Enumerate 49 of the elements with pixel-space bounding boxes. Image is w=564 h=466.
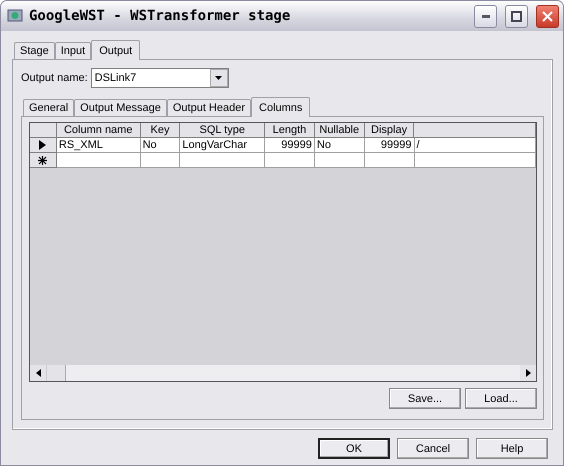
column-header[interactable]: Display	[364, 123, 414, 138]
table-cell: No	[140, 138, 180, 153]
window-title: GoogleWST - WSTransformer stage	[29, 8, 292, 24]
tab[interactable]: Stage	[14, 42, 55, 59]
table-cell	[364, 153, 415, 168]
output-name-label: Output name:	[21, 72, 88, 84]
column-header[interactable]	[414, 123, 536, 138]
table-cell	[314, 153, 365, 168]
column-header[interactable]: Key	[140, 123, 180, 138]
output-name-dropdown[interactable]: DSLink7	[90, 68, 229, 88]
scrollbar-thumb[interactable]	[46, 365, 66, 381]
maximize-icon	[511, 10, 522, 22]
right-arrow-icon	[526, 369, 530, 377]
table-cell: /	[414, 138, 536, 153]
minimize-icon	[482, 14, 490, 18]
table-cell: No	[314, 138, 365, 153]
close-icon	[542, 10, 553, 22]
column-header[interactable]: SQL type	[180, 123, 266, 138]
tab[interactable]: Input	[54, 42, 92, 59]
app-icon	[7, 8, 23, 24]
minimize-button[interactable]	[474, 4, 497, 28]
tab[interactable]: Columns	[251, 97, 310, 117]
column-header[interactable]: Nullable	[314, 123, 365, 138]
row-pointer-icon	[39, 140, 46, 150]
dialog-button[interactable]: OK	[318, 438, 390, 459]
horizontal-scrollbar[interactable]	[30, 365, 536, 381]
grid-button[interactable]: Save...	[389, 388, 461, 409]
table-cell: LongVarChar	[180, 138, 266, 153]
grid-button[interactable]: Load...	[465, 388, 537, 409]
dropdown-arrow-icon	[215, 76, 222, 80]
table-cell	[265, 153, 315, 168]
dialog-button[interactable]: Cancel	[397, 438, 469, 459]
row-header[interactable]	[30, 138, 57, 153]
column-header[interactable]: Length	[265, 123, 315, 138]
asterisk-icon	[38, 156, 48, 164]
table-cell: RS_XML	[56, 138, 141, 153]
tab[interactable]: General	[23, 99, 74, 116]
table-cell: 99999	[265, 138, 315, 153]
row-header[interactable]	[30, 153, 57, 168]
tab[interactable]: Output Message	[74, 99, 167, 116]
left-arrow-icon	[36, 369, 40, 377]
column-header[interactable]: Column name	[56, 123, 141, 138]
tab[interactable]: Output	[91, 40, 140, 60]
table-cell	[140, 153, 180, 168]
close-button[interactable]	[536, 4, 559, 28]
table-cell: 99999	[364, 138, 415, 153]
maximize-button[interactable]	[505, 4, 528, 28]
tab[interactable]: Output Header	[166, 99, 252, 116]
dialog-button[interactable]: Help	[476, 438, 548, 459]
